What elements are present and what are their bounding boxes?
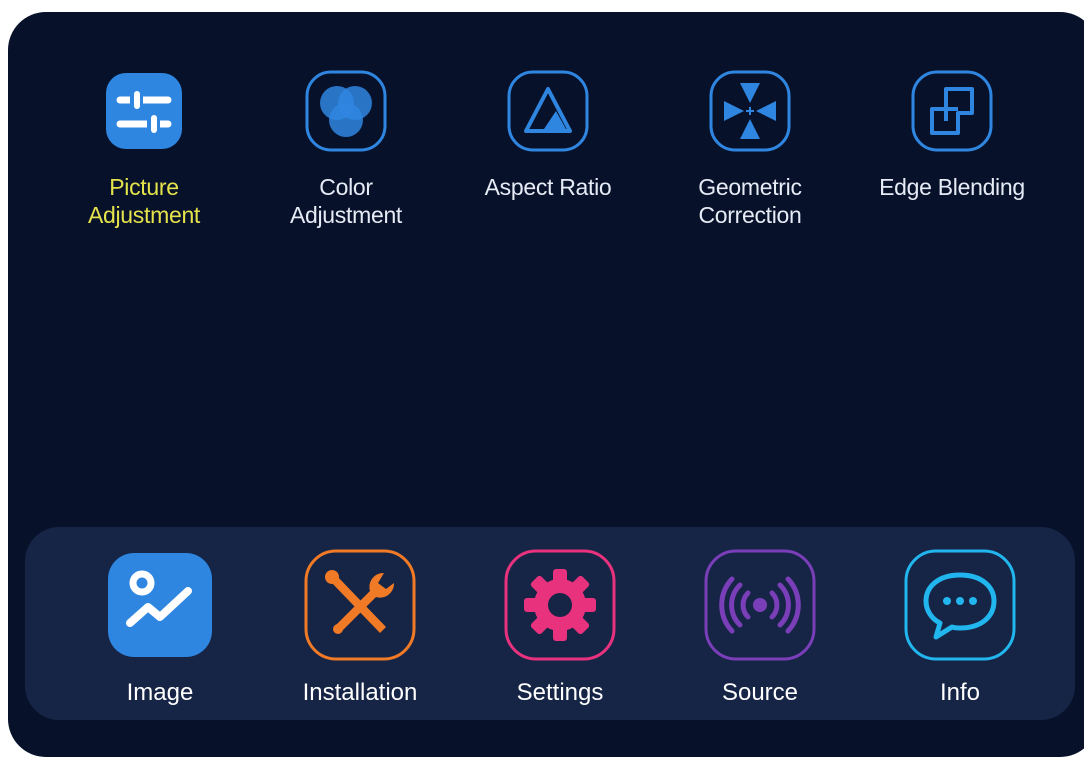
wireless-signal-icon [700,545,820,665]
dock-label: Image [126,679,194,706]
submenu-item-picture-adjustment[interactable]: Picture Adjustment [54,67,234,229]
dock-label: Source [721,679,799,706]
submenu-label: Aspect Ratio [484,174,612,200]
overlap-squares-icon [908,67,996,155]
projector-menu-screen: Picture Adjustment Color Adjustment Aspe… [8,12,1084,757]
image-submenu: Picture Adjustment Color Adjustment Aspe… [8,12,1084,272]
dock-item-installation[interactable]: Installation [275,545,445,707]
gear-icon [500,545,620,665]
dock-label: Installation [302,679,418,706]
sliders-icon [100,67,188,155]
triangle-icon [504,67,592,155]
submenu-item-color-adjustment[interactable]: Color Adjustment [256,67,436,229]
submenu-label: Color Adjustment [289,174,403,228]
color-circles-icon [302,67,390,155]
submenu-item-geometric-correction[interactable]: Geometric Correction [660,67,840,229]
tools-icon [300,545,420,665]
chat-bubble-icon [900,545,1020,665]
dock-label: Info [939,679,981,706]
main-category-dock: Image Installation Settings Source Info [25,527,1075,720]
dock-label: Settings [516,679,604,706]
dock-item-source[interactable]: Source [675,545,845,707]
submenu-label: Geometric Correction [698,174,802,228]
image-graph-icon [100,545,220,665]
dock-item-image[interactable]: Image [75,545,245,707]
submenu-item-aspect-ratio[interactable]: Aspect Ratio [458,67,638,201]
dock-item-info[interactable]: Info [875,545,1045,707]
submenu-item-edge-blending[interactable]: Edge Blending [862,67,1042,201]
submenu-label: Picture Adjustment [87,174,201,228]
dock-item-settings[interactable]: Settings [475,545,645,707]
submenu-label: Edge Blending [879,174,1025,200]
keystone-arrows-icon [706,67,794,155]
